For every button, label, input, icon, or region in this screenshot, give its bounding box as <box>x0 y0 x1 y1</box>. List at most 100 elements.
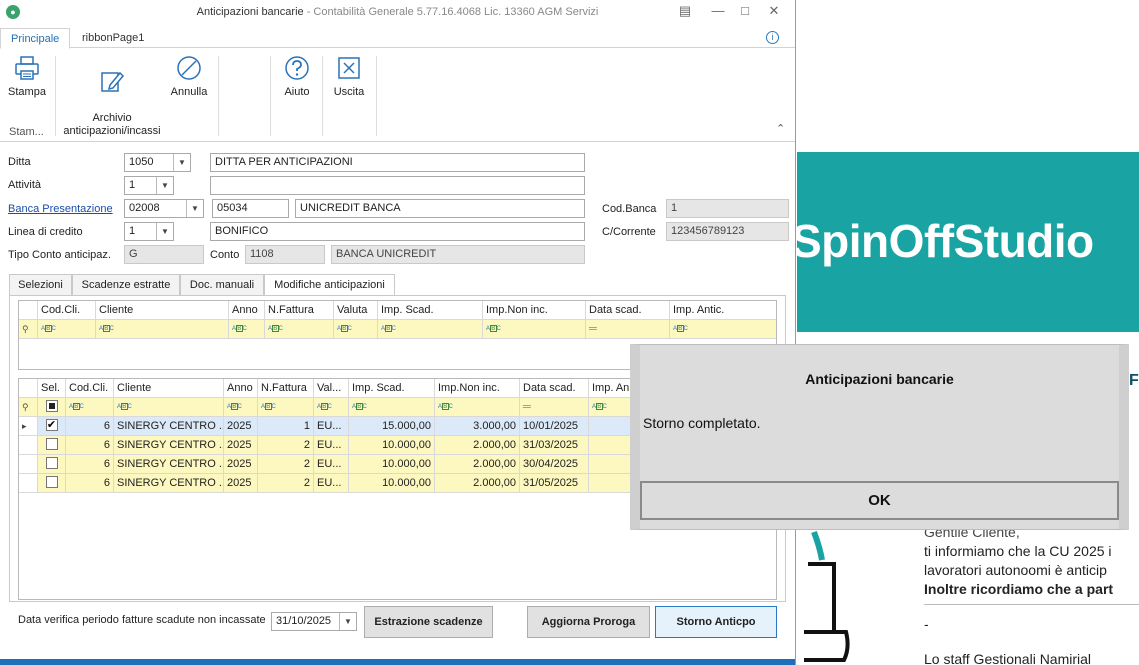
tab-doc-manuali[interactable]: Doc. manuali <box>180 274 264 296</box>
cell-codcli[interactable]: 6 <box>66 417 114 436</box>
cell-data[interactable]: 30/04/2025 <box>520 455 589 474</box>
verifica-date-picker[interactable]: 31/10/2025 ▼ <box>271 612 357 631</box>
filter-cell[interactable]: ABC <box>670 320 776 339</box>
ditta-code-combo[interactable]: 1050 ▼ <box>124 153 191 172</box>
cell-val[interactable]: EU... <box>314 455 349 474</box>
linea-name-field[interactable]: BONIFICO <box>210 222 585 241</box>
tab-modifiche-anticipazioni[interactable]: Modifiche anticipazioni <box>264 274 395 297</box>
filter-cell[interactable]: ABC <box>435 398 520 417</box>
ditta-name-field[interactable]: DITTA PER ANTICIPAZIONI <box>210 153 585 172</box>
cell-anno[interactable]: 2025 <box>224 417 258 436</box>
column-header[interactable]: Cliente <box>114 379 224 398</box>
info-icon[interactable]: i <box>766 31 779 44</box>
banca-presentazione-link[interactable]: Banca Presentazione <box>8 203 113 215</box>
archivio-button[interactable]: Archivio anticipazioni/incassi <box>62 54 162 138</box>
filter-cell[interactable]: ═ <box>520 398 589 417</box>
column-header[interactable]: Imp.Non inc. <box>483 301 586 320</box>
attivita-code-combo[interactable]: 1 ▼ <box>124 176 174 195</box>
linea-code-combo[interactable]: 1 ▼ <box>124 222 174 241</box>
cell-cliente[interactable]: SINERGY CENTRO ... <box>114 474 224 493</box>
row-checkbox[interactable] <box>45 438 58 451</box>
cell-nfatt[interactable]: 2 <box>258 474 314 493</box>
annulla-button[interactable]: Annulla <box>168 54 210 99</box>
minimize-button[interactable]: — <box>706 3 730 21</box>
filter-cell[interactable]: ABC <box>349 398 435 417</box>
column-header[interactable]: Imp.Non inc. <box>435 379 520 398</box>
cell-val[interactable]: EU... <box>314 436 349 455</box>
column-header[interactable]: Val... <box>314 379 349 398</box>
filter-cell[interactable] <box>38 398 66 417</box>
tab-ribbonpage1[interactable]: ribbonPage1 <box>72 28 154 49</box>
select-cell[interactable] <box>38 436 66 455</box>
filter-cell[interactable]: ABC <box>66 398 114 417</box>
chevron-down-icon[interactable]: ▼ <box>173 154 190 171</box>
cell-codcli[interactable]: 6 <box>66 455 114 474</box>
row-checkbox[interactable] <box>45 457 58 470</box>
filter-cell[interactable]: ABC <box>96 320 229 339</box>
select-cell[interactable] <box>38 455 66 474</box>
filter-cell[interactable]: ABC <box>334 320 378 339</box>
filter-cell[interactable]: ABC <box>378 320 483 339</box>
column-header[interactable]: Cliente <box>96 301 229 320</box>
estrazione-scadenze-button[interactable]: Estrazione scadenze <box>364 606 493 638</box>
collapse-ribbon-icon[interactable]: ⌃ <box>776 122 785 135</box>
column-header[interactable]: Data scad. <box>586 301 670 320</box>
row-checkbox[interactable] <box>45 476 58 489</box>
chevron-down-icon[interactable]: ▼ <box>156 223 173 240</box>
banca-abi-combo[interactable]: 02008 ▼ <box>124 199 204 218</box>
column-header[interactable]: Cod.Cli. <box>38 301 96 320</box>
filter-cell[interactable]: ═ <box>586 320 670 339</box>
cell-data[interactable]: 10/01/2025 <box>520 417 589 436</box>
cell-nfatt[interactable]: 2 <box>258 455 314 474</box>
restore-layout-icon[interactable]: ▤ <box>673 3 697 21</box>
tab-selezioni[interactable]: Selezioni <box>9 274 72 296</box>
cell-val[interactable]: EU... <box>314 474 349 493</box>
storno-anticipo-button[interactable]: Storno Anticpo <box>655 606 777 638</box>
filter-cell[interactable]: ABC <box>314 398 349 417</box>
filter-cell[interactable]: ABC <box>114 398 224 417</box>
filter-cell[interactable]: ABC <box>224 398 258 417</box>
attivita-name-field[interactable] <box>210 176 585 195</box>
banca-name-field[interactable]: UNICREDIT BANCA <box>295 199 585 218</box>
filter-cell[interactable]: ABC <box>258 398 314 417</box>
column-header[interactable]: Imp. Scad. <box>378 301 483 320</box>
banca-cab-field[interactable]: 05034 <box>212 199 289 218</box>
filter-cell[interactable]: ABC <box>483 320 586 339</box>
chevron-down-icon[interactable]: ▼ <box>186 200 203 217</box>
filter-cell[interactable]: ABC <box>229 320 265 339</box>
cell-impscad[interactable]: 10.000,00 <box>349 455 435 474</box>
close-button[interactable]: ✕ <box>762 3 786 21</box>
cell-impscad[interactable]: 15.000,00 <box>349 417 435 436</box>
column-header[interactable]: Data scad. <box>520 379 589 398</box>
cell-impnon[interactable]: 2.000,00 <box>435 455 520 474</box>
filter-cell[interactable]: ABC <box>38 320 96 339</box>
select-cell[interactable] <box>38 474 66 493</box>
cell-cliente[interactable]: SINERGY CENTRO ... <box>114 455 224 474</box>
chevron-down-icon[interactable]: ▼ <box>156 177 173 194</box>
cell-anno[interactable]: 2025 <box>224 474 258 493</box>
cell-impscad[interactable]: 10.000,00 <box>349 436 435 455</box>
column-header[interactable]: N.Fattura <box>265 301 334 320</box>
aggiorna-proroga-button[interactable]: Aggiorna Proroga <box>527 606 650 638</box>
filter-cell[interactable]: ABC <box>265 320 334 339</box>
maximize-button[interactable]: □ <box>733 3 757 21</box>
cell-anno[interactable]: 2025 <box>224 436 258 455</box>
ok-button[interactable]: OK <box>640 481 1119 520</box>
tab-scadenze-estratte[interactable]: Scadenze estratte <box>72 274 180 296</box>
select-cell[interactable]: ✔ <box>38 417 66 436</box>
grid-filter-row[interactable]: ⚲ ABC ABC ABC ABC ABC ABC ABC ═ ABC <box>19 320 776 339</box>
column-header[interactable]: N.Fattura <box>258 379 314 398</box>
cell-cliente[interactable]: SINERGY CENTRO ... <box>114 417 224 436</box>
cell-anno[interactable]: 2025 <box>224 455 258 474</box>
cell-nfatt[interactable]: 2 <box>258 436 314 455</box>
cell-data[interactable]: 31/03/2025 <box>520 436 589 455</box>
column-header[interactable]: Valuta <box>334 301 378 320</box>
column-header[interactable]: Cod.Cli. <box>66 379 114 398</box>
cell-data[interactable]: 31/05/2025 <box>520 474 589 493</box>
cell-codcli[interactable]: 6 <box>66 436 114 455</box>
chevron-down-icon[interactable]: ▼ <box>339 613 356 630</box>
cell-val[interactable]: EU... <box>314 417 349 436</box>
select-all-checkbox[interactable] <box>45 400 58 413</box>
column-header[interactable]: Sel. <box>38 379 66 398</box>
aiuto-button[interactable]: Aiuto <box>278 54 316 99</box>
